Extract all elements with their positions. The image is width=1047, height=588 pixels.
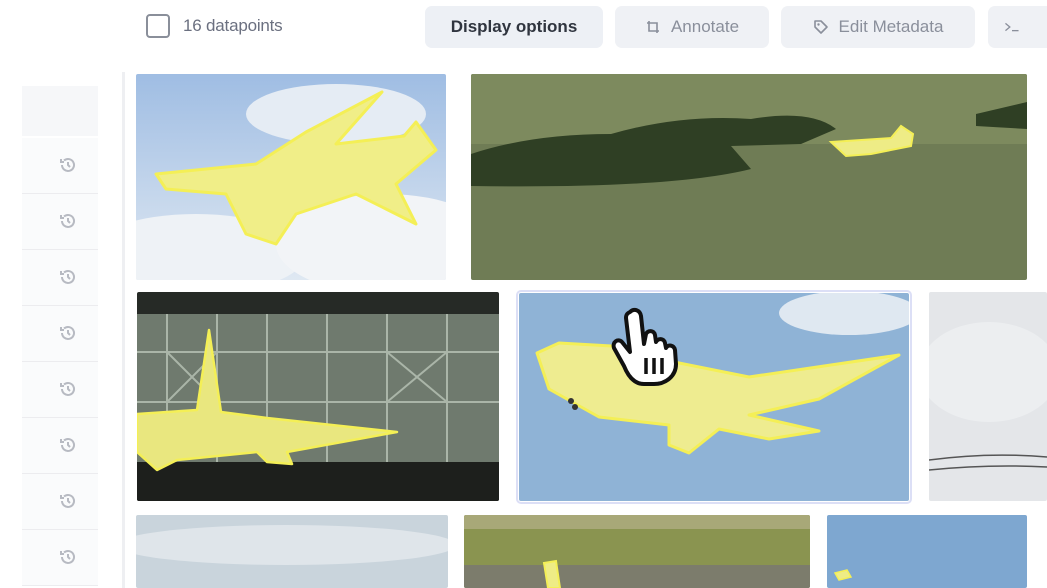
image-tile-plane-in-hangar[interactable] <box>137 292 499 501</box>
history-icon <box>60 157 75 172</box>
terminal-button[interactable] <box>988 6 1047 48</box>
crop-icon <box>645 19 661 35</box>
history-icon <box>60 437 75 452</box>
image-tile-runway-grass[interactable] <box>464 515 810 588</box>
sidebar-row[interactable] <box>22 306 98 362</box>
select-all-checkbox[interactable] <box>146 14 170 38</box>
display-options-label: Display options <box>450 17 578 36</box>
history-icon <box>60 381 75 396</box>
sidebar-row[interactable] <box>22 474 98 530</box>
image-tile-airliner-blue-sky[interactable] <box>516 290 912 504</box>
edit-metadata-button[interactable]: Edit Metadata <box>781 6 975 48</box>
sidebar-row[interactable] <box>22 418 98 474</box>
history-icon <box>60 493 75 508</box>
annotate-button[interactable]: Annotate <box>615 6 769 48</box>
history-icon <box>60 213 75 228</box>
sidebar-row[interactable] <box>22 194 98 250</box>
edit-metadata-label: Edit Metadata <box>838 17 944 36</box>
image-tile-sky-horizon[interactable] <box>136 515 448 588</box>
datapoints-count: 16 datapoints <box>183 16 283 35</box>
sidebar <box>22 86 98 588</box>
hand-cursor-icon <box>611 307 678 386</box>
image-tile-blue-sky-small-plane[interactable] <box>827 515 1027 588</box>
history-icon <box>60 549 75 564</box>
sidebar-header <box>22 86 98 136</box>
toolbar: 16 datapoints Display options Annotate E… <box>0 0 1047 56</box>
terminal-icon <box>1004 19 1020 35</box>
image-tile-sky-power-lines[interactable] <box>929 292 1047 501</box>
image-tile-airliner-over-clouds[interactable] <box>136 74 446 280</box>
sidebar-row[interactable] <box>22 362 98 418</box>
history-icon <box>60 325 75 340</box>
history-icon <box>60 269 75 284</box>
tag-icon <box>813 19 829 35</box>
sidebar-row[interactable] <box>22 250 98 306</box>
display-options-button[interactable]: Display options <box>425 6 603 48</box>
panel-divider[interactable] <box>122 72 125 588</box>
sidebar-row[interactable] <box>22 530 98 586</box>
annotate-label: Annotate <box>670 17 740 36</box>
sidebar-row[interactable] <box>22 138 98 194</box>
image-tile-plane-over-water-islands[interactable] <box>471 74 1027 280</box>
